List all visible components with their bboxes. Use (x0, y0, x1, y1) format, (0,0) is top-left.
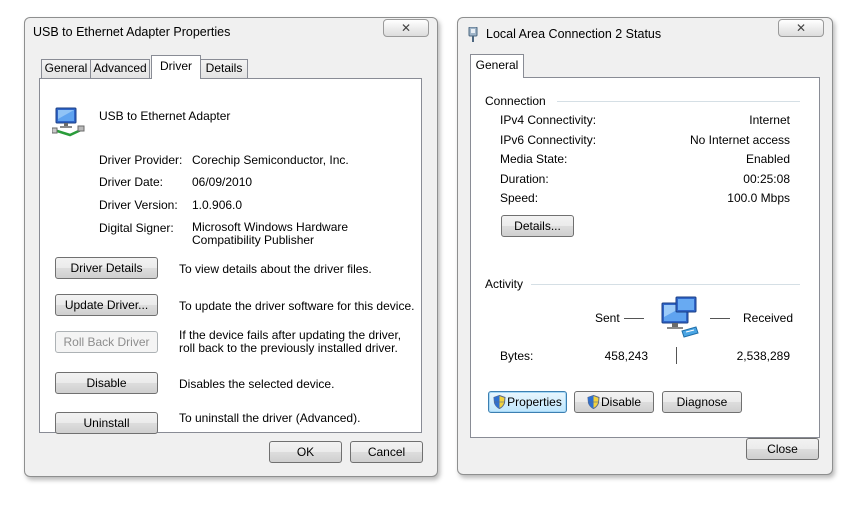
activity-heading: Activity (485, 277, 524, 291)
activity-divider (531, 284, 800, 285)
received-label: Received (743, 311, 794, 325)
ipv6-label: IPv6 Connectivity: (500, 133, 597, 147)
diagnose-button[interactable]: Diagnose (662, 391, 742, 413)
sent-dash (624, 318, 644, 319)
driver-version-label: Driver Version: (99, 198, 178, 212)
uac-shield-icon (587, 395, 600, 409)
digital-signer-value: Microsoft Windows Hardware Compatibility… (192, 220, 349, 247)
driver-version-value: 1.0.906.0 (192, 198, 243, 212)
driver-details-description: To view details about the driver files. (179, 262, 372, 276)
driver-provider-label: Driver Provider: (99, 153, 183, 167)
sent-label: Sent (595, 311, 620, 325)
close-window-button[interactable]: ✕ (778, 19, 824, 37)
roll-back-driver-description: If the device fails after updating the d… (179, 328, 402, 355)
activity-separator (676, 347, 677, 364)
roll-back-driver-button[interactable]: Roll Back Driver (55, 331, 158, 353)
driver-date-value: 06/09/2010 (192, 175, 253, 189)
received-dash (710, 318, 730, 319)
update-driver-description: To update the driver software for this d… (179, 299, 415, 313)
window-title: Local Area Connection 2 Status (486, 27, 662, 41)
disable-button-label: Disable (600, 395, 642, 409)
tab-strip: General Advanced Driver Details (39, 55, 269, 79)
connection-divider (557, 101, 800, 102)
duration-value: 00:25:08 (743, 172, 790, 186)
ok-button[interactable]: OK (269, 441, 342, 463)
ipv4-value: Internet (749, 113, 790, 127)
connection-heading: Connection (485, 94, 546, 108)
uninstall-description: To uninstall the driver (Advanced). (179, 411, 361, 425)
network-activity-icon (661, 296, 699, 338)
window-title: USB to Ethernet Adapter Properties (33, 25, 231, 39)
media-state-value: Enabled (745, 152, 790, 166)
cancel-button[interactable]: Cancel (350, 441, 423, 463)
tab-general[interactable]: General (470, 54, 524, 78)
tab-driver[interactable]: Driver (151, 55, 201, 79)
network-status-icon (468, 27, 478, 42)
uac-shield-icon (493, 395, 506, 409)
tab-general[interactable]: General (41, 59, 91, 78)
general-tab-panel: Connection IPv4 Connectivity: Internet I… (470, 77, 820, 438)
ipv6-value: No Internet access (689, 133, 790, 147)
driver-tab-panel: USB to Ethernet Adapter Driver Provider:… (39, 78, 422, 434)
tab-details[interactable]: Details (200, 59, 248, 78)
driver-date-label: Driver Date: (99, 175, 164, 189)
tab-strip: General (470, 54, 540, 78)
duration-label: Duration: (500, 172, 549, 186)
bytes-label: Bytes: (500, 349, 534, 363)
disable-device-button[interactable]: Disable (55, 372, 158, 394)
title-bar[interactable]: USB to Ethernet Adapter Properties ✕ (25, 18, 437, 48)
disable-device-description: Disables the selected device. (179, 377, 335, 391)
adapter-properties-window: USB to Ethernet Adapter Properties ✕ Gen… (24, 17, 438, 477)
bytes-received-value: 2,538,289 (736, 349, 790, 363)
close-window-button[interactable]: ✕ (383, 19, 429, 37)
tab-advanced[interactable]: Advanced (90, 59, 150, 78)
close-button[interactable]: Close (746, 438, 819, 460)
driver-details-button[interactable]: Driver Details (55, 257, 158, 279)
media-state-label: Media State: (500, 152, 568, 166)
update-driver-button[interactable]: Update Driver... (55, 294, 158, 316)
device-name: USB to Ethernet Adapter (99, 109, 231, 123)
speed-label: Speed: (500, 191, 539, 205)
driver-provider-value: Corechip Semiconductor, Inc. (192, 153, 349, 167)
title-bar[interactable]: Local Area Connection 2 Status ✕ (458, 18, 832, 48)
digital-signer-label: Digital Signer: (99, 221, 174, 235)
properties-button[interactable]: Properties (488, 391, 567, 413)
details-button[interactable]: Details... (501, 215, 574, 237)
properties-button-label: Properties (507, 395, 562, 409)
disable-button[interactable]: Disable (574, 391, 654, 413)
speed-value: 100.0 Mbps (727, 191, 790, 205)
network-adapter-icon (52, 107, 85, 137)
uninstall-button[interactable]: Uninstall (55, 412, 158, 434)
ipv4-label: IPv4 Connectivity: (500, 113, 597, 127)
bytes-sent-value: 458,243 (604, 349, 648, 363)
connection-status-window: Local Area Connection 2 Status ✕ General… (457, 17, 833, 475)
